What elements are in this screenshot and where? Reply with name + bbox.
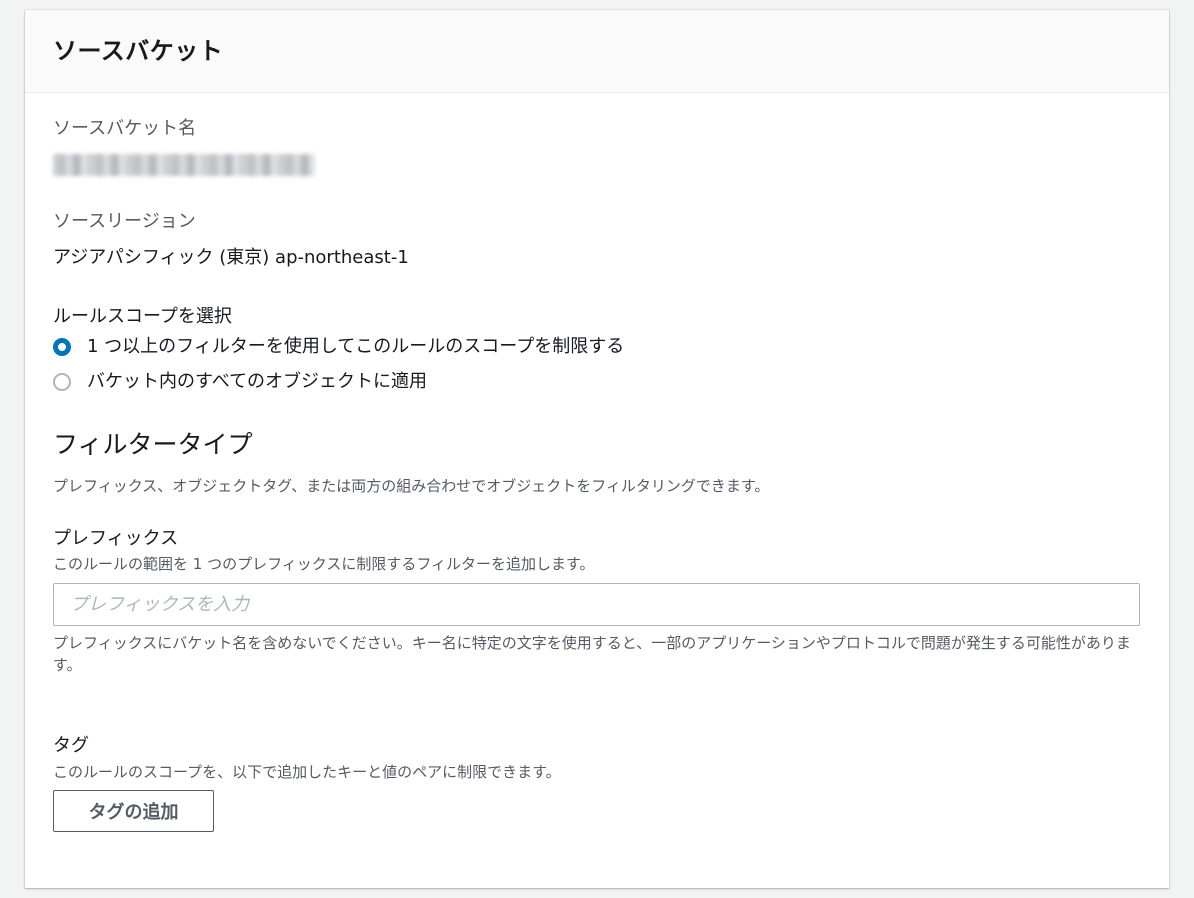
source-region-label: ソースリージョン: [53, 211, 196, 232]
prefix-hint: プレフィックスにバケット名を含めないでください。キー名に特定の文字を使用すると、…: [53, 634, 1131, 674]
panel-header: ソースバケット: [25, 10, 1169, 93]
panel-title: ソースバケット: [53, 37, 224, 65]
source-bucket-name-label: ソースバケット名: [53, 118, 197, 139]
source-bucket-panel: ソースバケット ソースバケット名 ソースリージョン アジアパシフィック (東京)…: [25, 10, 1169, 888]
tags-label: タグ: [53, 735, 89, 756]
add-tag-button[interactable]: タグの追加: [53, 790, 214, 832]
radio-unselected-icon[interactable]: [53, 373, 71, 391]
filter-type-heading: フィルタータイプ: [53, 430, 253, 459]
radio-selected-icon[interactable]: [53, 338, 71, 356]
source-bucket-name-value-redacted: [53, 154, 315, 176]
rule-scope-option-all-objects[interactable]: バケット内のすべてのオブジェクトに適用: [53, 369, 427, 395]
source-region-value: アジアパシフィック (東京) ap-northeast-1: [53, 247, 409, 268]
prefix-input[interactable]: [53, 583, 1140, 626]
prefix-label: プレフィックス: [53, 528, 179, 549]
rule-scope-label: ルールスコープを選択: [53, 306, 232, 327]
rule-scope-option-all-objects-label: バケット内のすべてのオブジェクトに適用: [87, 371, 428, 392]
filter-type-description: プレフィックス、オブジェクトタグ、または両方の組み合わせでオブジェクトをフィルタ…: [53, 477, 770, 495]
prefix-description: このルールの範囲を 1 つのプレフィックスに制限するフィルターを追加します。: [53, 555, 595, 573]
rule-scope-option-filter[interactable]: 1 つ以上のフィルターを使用してこのルールのスコープを制限する: [53, 334, 624, 360]
rule-scope-option-filter-label: 1 つ以上のフィルターを使用してこのルールのスコープを制限する: [87, 336, 625, 357]
tags-description: このルールのスコープを、以下で追加したキーと値のペアに制限できます。: [53, 763, 561, 781]
